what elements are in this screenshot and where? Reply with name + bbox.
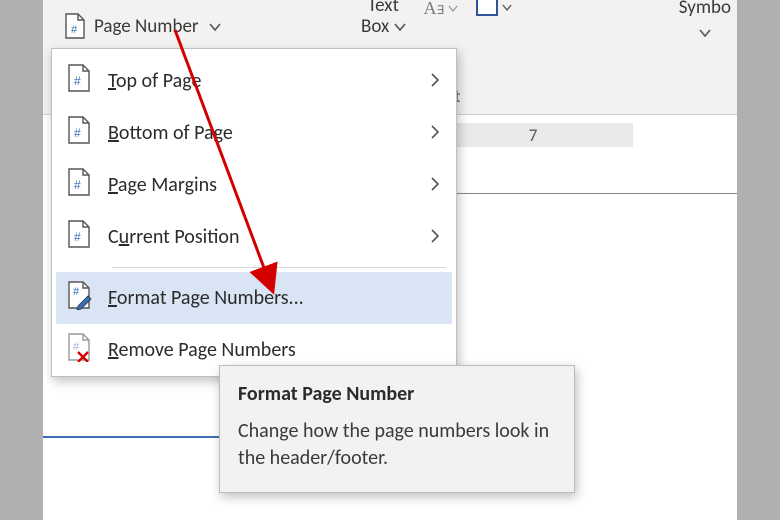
chevron-down-icon [699, 28, 711, 38]
page-number-menu: # Top of Page # Bottom of Page # Page Margins… [51, 48, 457, 377]
menu-item-label: Current Position [108, 225, 414, 249]
page-number-button[interactable]: # Page Number [57, 8, 230, 44]
chevron-down-icon [209, 15, 221, 38]
svg-text:#: # [73, 341, 80, 353]
font-style-icon: A∃ [424, 0, 445, 19]
page-page-icon: # [66, 219, 92, 255]
font-style-button[interactable]: A∃ [420, 0, 463, 23]
ruler: 7 [433, 123, 633, 147]
menu-item[interactable]: # Page Margins [56, 159, 452, 211]
menu-item-label: Remove Page Numbers [108, 338, 440, 362]
page-page-icon: # [66, 167, 92, 203]
svg-text:#: # [73, 286, 80, 298]
menu-item-label: Format Page Numbers... [108, 286, 440, 310]
svg-text:#: # [74, 126, 81, 140]
menu-item[interactable]: # Bottom of Page [56, 107, 452, 159]
object-button[interactable] [472, 0, 516, 20]
menu-item[interactable]: # Current Position [56, 211, 452, 263]
symbols-label: Symbo [679, 0, 731, 21]
page-page-icon: # [66, 63, 92, 99]
chevron-down-icon [394, 22, 406, 32]
menu-item-label: Page Margins [108, 173, 414, 197]
menu-item-label: Top of Page [108, 69, 414, 93]
menu-item[interactable]: # Format Page Numbers... [56, 272, 452, 324]
text-box-label-line2: Box [361, 15, 389, 38]
textbox-group: Text Box A∃ [357, 0, 516, 40]
symbols-button[interactable]: Symbo [679, 0, 731, 45]
ruler-mark: 7 [529, 125, 538, 146]
header-footer-rule [43, 436, 225, 438]
tooltip: Format Page Number Change how the page n… [219, 365, 575, 493]
chevron-down-icon [448, 4, 458, 13]
chevron-right-icon [430, 173, 440, 197]
menu-item[interactable]: # Top of Page [56, 55, 452, 107]
tooltip-title: Format Page Number [238, 382, 556, 406]
chevron-down-icon [502, 3, 512, 12]
page-page-icon: # [66, 115, 92, 151]
page-number-icon: # [64, 13, 86, 39]
remove-page-icon: # [66, 332, 92, 368]
chevron-right-icon [430, 225, 440, 249]
text-box-button[interactable]: Text Box [357, 0, 410, 40]
object-icon [476, 0, 498, 16]
svg-text:#: # [74, 178, 81, 192]
tooltip-body: Change how the page numbers look in the … [238, 418, 556, 472]
svg-text:#: # [74, 230, 81, 244]
app-window: # Page Number Text Box A∃ [43, 0, 737, 520]
page-number-label: Page Number [94, 15, 199, 38]
svg-text:#: # [74, 74, 81, 88]
svg-text:#: # [71, 24, 78, 36]
menu-separator [112, 267, 446, 268]
chevron-right-icon [430, 121, 440, 145]
chevron-right-icon [430, 69, 440, 93]
document-page-edge [425, 193, 737, 393]
edit-page-icon: # [66, 280, 92, 316]
menu-item-label: Bottom of Page [108, 121, 414, 145]
